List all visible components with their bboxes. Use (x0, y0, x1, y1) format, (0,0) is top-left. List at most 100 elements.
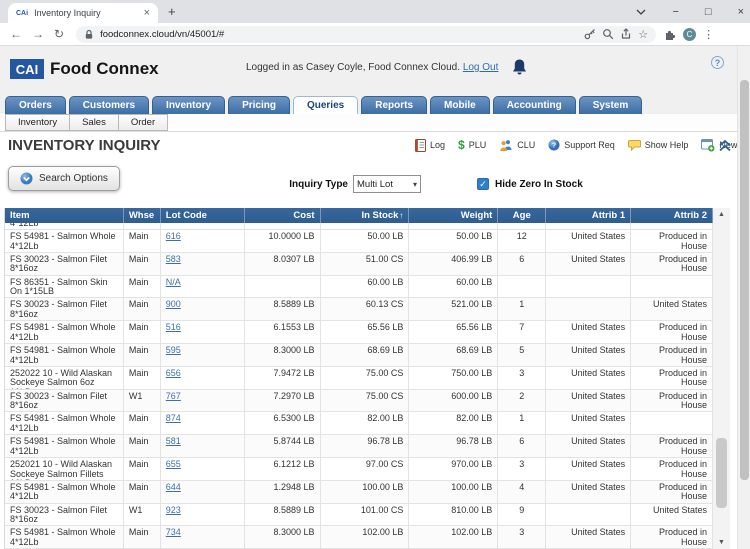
lot-code-link[interactable]: 644 (166, 482, 181, 492)
col-header-whse[interactable]: Whse (124, 208, 161, 223)
plu-label: PLU (468, 140, 487, 150)
table-row: FS 54981 - Salmon Whole 4*12Lb Main 581 5.8… (5, 435, 713, 458)
new-window-icon (701, 138, 715, 152)
cell-attrib2 (631, 275, 713, 298)
tab-close-icon[interactable]: × (144, 7, 150, 19)
cell-attrib2: Produced in House (631, 321, 713, 343)
col-header-attrib-1[interactable]: Attrib 1 (546, 208, 632, 223)
sub-tab-order[interactable]: Order (117, 114, 169, 131)
tab-mobile[interactable]: Mobile (430, 96, 490, 114)
cell-age: 9 (498, 503, 547, 526)
tab-accounting[interactable]: Accounting (492, 96, 576, 114)
cell-cost: 8.0307 LB (245, 252, 321, 275)
cell-lot: 581 (161, 435, 245, 457)
page-title: INVENTORY INQUIRY (8, 137, 161, 154)
cell-cost: 7.2970 LB (245, 389, 321, 412)
table-scrollbar-thumb[interactable] (716, 438, 727, 508)
cell-in-stock: 50.00 LB (321, 230, 410, 252)
table-row: 252021 10 - Wild Alaskan Sockeye Salmon … (5, 457, 713, 481)
lot-code-link[interactable]: 516 (166, 322, 181, 332)
cell-weight: 50.00 LB (409, 230, 499, 252)
show-help-button[interactable]: Show Help (627, 139, 688, 151)
support-req-button[interactable]: ? Support Req (548, 139, 615, 151)
tab-customers[interactable]: Customers (68, 96, 150, 114)
forward-icon[interactable]: → (32, 27, 44, 41)
log-button[interactable]: Log (415, 138, 445, 152)
cell-whse: Main (124, 252, 161, 275)
tab-system[interactable]: System (578, 96, 643, 114)
lot-code-link[interactable]: 734 (166, 527, 181, 538)
cell-weight: 600.00 LB (409, 389, 499, 412)
search-options-button[interactable]: Search Options (8, 166, 120, 191)
lot-code-link[interactable]: 923 (166, 505, 181, 515)
col-header-weight[interactable]: Weight (409, 208, 499, 223)
bookmark-star-icon[interactable]: ☆ (638, 28, 648, 41)
lot-code-link[interactable]: 583 (166, 254, 181, 264)
extensions-puzzle-icon[interactable] (663, 28, 676, 41)
hide-zero-checkbox[interactable]: ✓ (477, 178, 489, 190)
cell-lot: 734 (161, 526, 245, 549)
cell-in-stock (321, 223, 410, 229)
cell-attrib1 (546, 298, 632, 321)
cell-cost: 8.3000 LB (245, 526, 321, 549)
cell-lot: N/A (161, 275, 245, 298)
cell-attrib2 (631, 223, 713, 229)
page-scrollbar[interactable] (737, 46, 750, 549)
cell-attrib2: Produced in House (631, 457, 713, 480)
col-header-lot-code[interactable]: Lot Code (161, 208, 245, 223)
col-header-cost[interactable]: Cost (245, 208, 321, 223)
scroll-up-icon[interactable]: ▲ (713, 208, 730, 221)
browser-profile-avatar[interactable]: C (683, 27, 697, 41)
page-scrollbar-thumb[interactable] (740, 80, 749, 480)
lock-icon[interactable] (84, 29, 94, 40)
cell-weight: 60.00 LB (409, 275, 499, 298)
lot-code-link[interactable]: 581 (166, 436, 181, 446)
window-close-icon[interactable]: × (738, 6, 744, 18)
col-header-age[interactable]: Age (498, 208, 547, 223)
cell-in-stock: 60.13 CS (321, 298, 410, 321)
password-key-icon[interactable] (584, 28, 596, 40)
inquiry-type-select[interactable]: Multi Lot ▾ (353, 175, 421, 193)
notification-bell-icon[interactable] (510, 58, 529, 78)
plu-button[interactable]: $ PLU (458, 138, 486, 152)
collapse-panel-icon[interactable] (718, 139, 732, 152)
browser-menu-icon[interactable]: ⋮ (703, 28, 714, 41)
browser-tab[interactable]: CAi Inventory Inquiry × (8, 3, 158, 23)
col-header-in-stock[interactable]: In Stock↑ (321, 208, 410, 223)
lot-code-link[interactable]: 900 (166, 299, 181, 310)
cell-weight: 810.00 LB (409, 503, 499, 526)
col-header-attrib-2[interactable]: Attrib 2 (631, 208, 713, 223)
tab-pricing[interactable]: Pricing (228, 96, 290, 114)
tab-inventory[interactable]: Inventory (152, 96, 226, 114)
lot-code-link[interactable]: 767 (166, 391, 181, 401)
window-maximize-icon[interactable]: □ (705, 6, 712, 18)
reload-icon[interactable]: ↻ (54, 27, 64, 41)
sub-tab-inventory[interactable]: Inventory (5, 114, 71, 131)
page-help-icon[interactable]: ? (711, 56, 724, 69)
clu-button[interactable]: CLU (499, 139, 535, 151)
cell-weight: 68.69 LB (409, 343, 499, 366)
back-icon[interactable]: ← (10, 27, 22, 41)
tab-reports[interactable]: Reports (361, 96, 428, 114)
sub-tab-sales[interactable]: Sales (69, 114, 119, 131)
lot-code-link[interactable]: N/A (166, 277, 181, 287)
lot-code-link[interactable]: 655 (166, 459, 181, 469)
share-icon[interactable] (620, 28, 632, 40)
window-minimize-icon[interactable]: − (672, 6, 678, 18)
address-bar[interactable]: foodconnex.cloud/vn/45001/# ☆ (76, 25, 657, 43)
scroll-down-icon[interactable]: ▼ (713, 536, 730, 549)
window-menu-chevron-icon[interactable] (636, 9, 646, 15)
cell-item: FS 30023 - Salmon Filet 8*16oz (5, 298, 124, 321)
tab-orders[interactable]: Orders (5, 96, 66, 114)
cell-whse (124, 223, 161, 229)
col-header-item[interactable]: Item (5, 208, 124, 223)
log-out-link[interactable]: Log Out (463, 62, 499, 73)
new-tab-button[interactable]: + (168, 4, 176, 19)
table-scrollbar[interactable]: ▲ ▼ (713, 208, 730, 549)
zoom-icon[interactable] (602, 28, 614, 40)
lot-code-link[interactable]: 874 (166, 413, 181, 424)
tab-queries[interactable]: Queries (292, 96, 359, 114)
lot-code-link[interactable]: 656 (166, 368, 181, 378)
lot-code-link[interactable]: 595 (166, 345, 181, 355)
lot-code-link[interactable]: 616 (166, 231, 181, 241)
